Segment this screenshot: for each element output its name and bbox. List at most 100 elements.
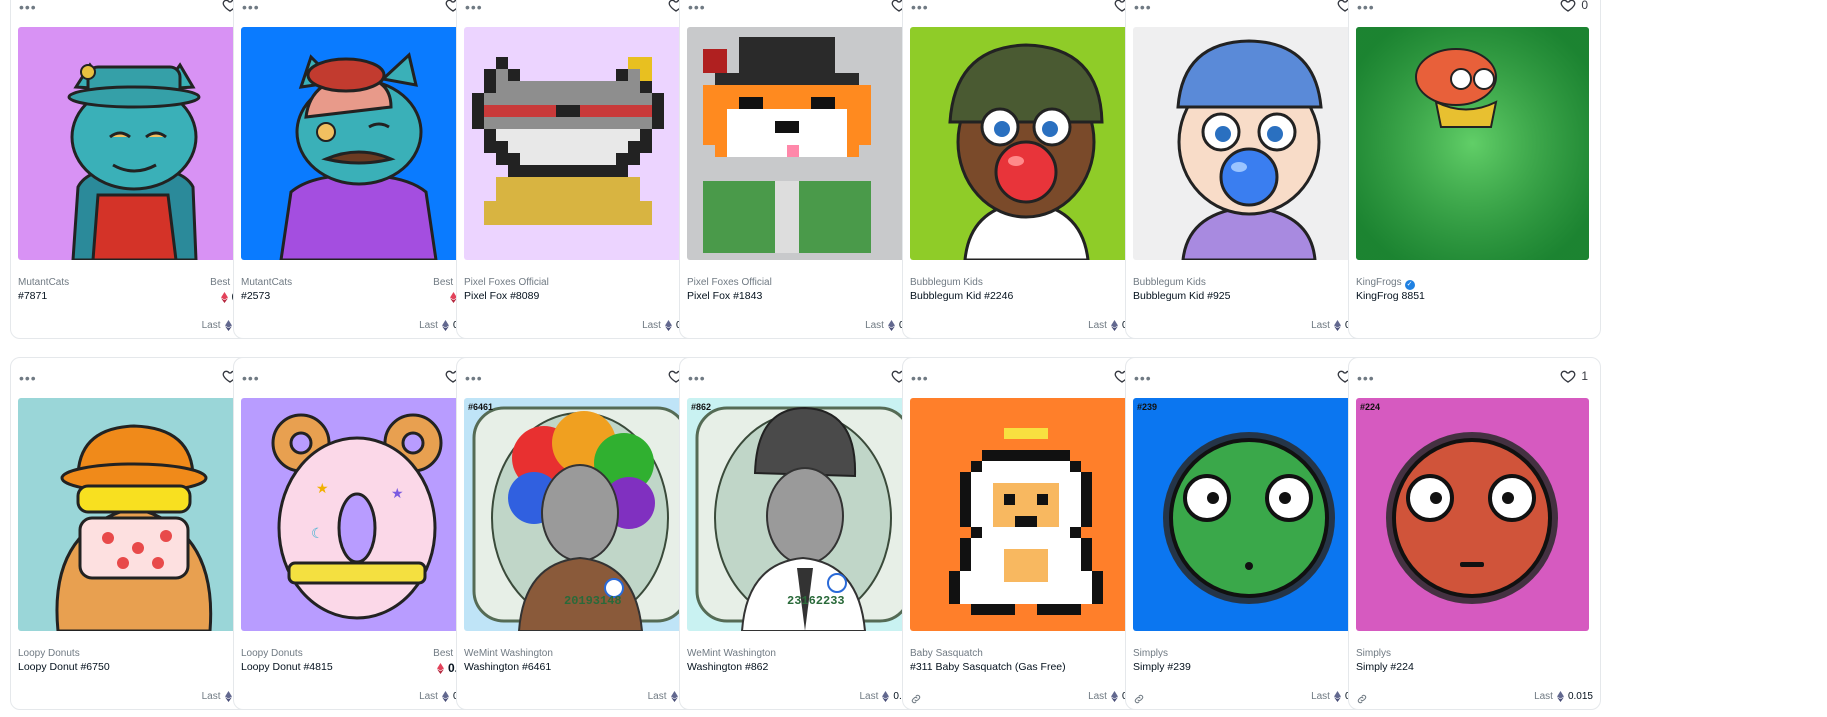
asset-card[interactable]: ••• 1 #224 Simplys Simply #224 Last 0.01… xyxy=(1348,357,1601,710)
item-name[interactable]: Simply #224 xyxy=(1356,661,1414,673)
collection-label[interactable]: Bubblegum Kids xyxy=(1133,277,1206,288)
collection-label[interactable]: WeMint Washington xyxy=(464,648,553,659)
collection-label[interactable]: MutantCats xyxy=(241,277,292,288)
collection-name[interactable]: KingFrogs ✓ xyxy=(1356,277,1415,290)
favorite-count: 0 xyxy=(1581,0,1588,12)
asset-card[interactable]: ••• 0 KingFrogs ✓ KingFrog 8851 xyxy=(1348,0,1601,339)
more-options-icon[interactable]: ••• xyxy=(1357,0,1375,14)
more-options-icon[interactable]: ••• xyxy=(911,371,929,385)
more-options-icon[interactable]: ••• xyxy=(465,371,483,385)
more-options-icon[interactable]: ••• xyxy=(1357,371,1375,385)
nft-image[interactable]: #224 xyxy=(1356,398,1589,631)
more-options-icon[interactable]: ••• xyxy=(242,0,260,14)
king-frog-art xyxy=(1356,27,1589,260)
more-options-icon[interactable]: ••• xyxy=(688,371,706,385)
nft-image[interactable] xyxy=(241,27,474,260)
collection-label[interactable]: Bubblegum Kids xyxy=(910,277,983,288)
more-options-icon[interactable]: ••• xyxy=(688,0,706,14)
asset-card[interactable]: ••• 1 Baby Sasquatch #311 Baby Sasquatch… xyxy=(902,357,1155,710)
card-footer: Last 0.065 xyxy=(687,320,924,336)
favorite-button[interactable]: 1 xyxy=(1560,368,1588,384)
collection-name[interactable]: Bubblegum Kids xyxy=(1133,277,1206,288)
collection-label[interactable]: MutantCats xyxy=(18,277,69,288)
collection-name[interactable]: WeMint Washington xyxy=(687,648,776,659)
nft-image[interactable]: #6461 20193148 xyxy=(464,398,697,631)
item-name[interactable]: Bubblegum Kid #925 xyxy=(1133,290,1231,302)
more-options-icon[interactable]: ••• xyxy=(1134,0,1152,14)
art-serial: 20193148 xyxy=(564,594,622,608)
card-header: ••• 0 xyxy=(234,0,485,25)
mutant-cat-blue-hat-art xyxy=(18,27,251,260)
nft-image[interactable]: #239 xyxy=(1133,398,1366,631)
card-footer: Last 0.075 xyxy=(241,320,478,336)
heart-icon xyxy=(1560,0,1576,13)
item-name[interactable]: Pixel Fox #8089 xyxy=(464,290,539,302)
asset-card[interactable]: ••• 0 #862 23162233 WeMint Washington Was… xyxy=(679,357,932,710)
link-icon[interactable] xyxy=(1133,693,1145,705)
asset-card[interactable]: ••• 0 Pixel Foxes Official Pixel Fox #18… xyxy=(679,0,932,339)
collection-label[interactable]: WeMint Washington xyxy=(687,648,776,659)
collection-name[interactable]: Bubblegum Kids xyxy=(910,277,983,288)
art-corner-tag: #6461 xyxy=(468,402,493,412)
nft-image[interactable] xyxy=(910,27,1143,260)
asset-card[interactable]: ••• 0 Pixel Foxes Official Pixel Fox #80… xyxy=(456,0,709,339)
collection-name[interactable]: MutantCats xyxy=(241,277,292,288)
link-icon[interactable] xyxy=(1356,693,1368,705)
collection-label[interactable]: Loopy Donuts xyxy=(241,648,303,659)
more-options-icon[interactable]: ••• xyxy=(19,371,37,385)
item-name[interactable]: KingFrog 8851 xyxy=(1356,290,1425,302)
nft-image[interactable] xyxy=(910,398,1143,631)
collection-name[interactable]: Baby Sasquatch xyxy=(910,648,983,659)
item-name[interactable]: #2573 xyxy=(241,290,270,302)
collection-label[interactable]: Loopy Donuts xyxy=(18,648,80,659)
collection-label[interactable]: Simplys xyxy=(1356,648,1391,659)
link-icon[interactable] xyxy=(910,693,922,705)
more-options-icon[interactable]: ••• xyxy=(911,0,929,14)
more-options-icon[interactable]: ••• xyxy=(242,371,260,385)
item-name[interactable]: Washington #862 xyxy=(687,661,768,673)
asset-card[interactable]: ••• 0 #6461 20193148 WeMint Washington Wa… xyxy=(456,357,709,710)
collection-name[interactable]: Pixel Foxes Official xyxy=(464,277,549,288)
collection-label[interactable]: Pixel Foxes Official xyxy=(687,277,772,288)
nft-image[interactable] xyxy=(687,27,920,260)
more-options-icon[interactable]: ••• xyxy=(1134,371,1152,385)
nft-image[interactable] xyxy=(464,27,697,260)
collection-label[interactable]: KingFrogs xyxy=(1356,277,1402,288)
more-options-icon[interactable]: ••• xyxy=(19,0,37,14)
collection-name[interactable]: Simplys xyxy=(1133,648,1168,659)
asset-card[interactable]: ••• 0 ★ ★ ☾ Loopy Donuts Loopy Donut #4815… xyxy=(233,357,486,710)
nft-image[interactable] xyxy=(18,398,251,631)
verified-badge-icon: ✓ xyxy=(1404,280,1415,290)
nft-image[interactable]: ★ ★ ☾ xyxy=(241,398,474,631)
asset-card[interactable]: ••• 0 Bubblegum Kids Bubblegum Kid #925 xyxy=(1125,0,1378,339)
collection-name[interactable]: Loopy Donuts xyxy=(241,648,303,659)
collection-name[interactable]: Pixel Foxes Official xyxy=(687,277,772,288)
item-name[interactable]: Pixel Fox #1843 xyxy=(687,290,762,302)
collection-name[interactable]: WeMint Washington xyxy=(464,648,553,659)
item-name[interactable]: Bubblegum Kid #2246 xyxy=(910,290,1013,302)
nft-image[interactable] xyxy=(1133,27,1366,260)
asset-card[interactable]: ••• 1 #239 Simplys Simply #239 Last xyxy=(1125,357,1378,710)
item-name[interactable]: Washington #6461 xyxy=(464,661,551,673)
item-name[interactable]: Simply #239 xyxy=(1133,661,1191,673)
collection-label[interactable]: Baby Sasquatch xyxy=(910,648,983,659)
collection-label[interactable]: Simplys xyxy=(1133,648,1168,659)
item-name[interactable]: #7871 xyxy=(18,290,47,302)
asset-card[interactable]: ••• 0 MutantCats #7871 Best Offer 0.25 xyxy=(10,0,263,339)
nft-image[interactable] xyxy=(18,27,251,260)
favorite-button[interactable]: 0 xyxy=(1560,0,1588,13)
collection-label[interactable]: Pixel Foxes Official xyxy=(464,277,549,288)
more-options-icon[interactable]: ••• xyxy=(465,0,483,14)
item-name[interactable]: #311 Baby Sasquatch (Gas Free) xyxy=(910,661,1066,673)
nft-image[interactable] xyxy=(1356,27,1589,260)
collection-name[interactable]: Loopy Donuts xyxy=(18,648,80,659)
item-name[interactable]: Loopy Donut #4815 xyxy=(241,661,333,673)
item-name[interactable]: Loopy Donut #6750 xyxy=(18,661,110,673)
collection-name[interactable]: Simplys xyxy=(1356,648,1391,659)
nft-image[interactable]: #862 23162233 xyxy=(687,398,920,631)
last-sale-label: Last xyxy=(1088,691,1107,702)
asset-card[interactable]: ••• 0 MutantCats #2573 Best Offer 0.3 xyxy=(233,0,486,339)
collection-name[interactable]: MutantCats xyxy=(18,277,69,288)
asset-card[interactable]: ••• 0 Bubblegum Kids Bubblegum Kid #2246 xyxy=(902,0,1155,339)
asset-card[interactable]: ••• 2 Loopy Donuts Loopy Donut #6750 Las… xyxy=(10,357,263,710)
